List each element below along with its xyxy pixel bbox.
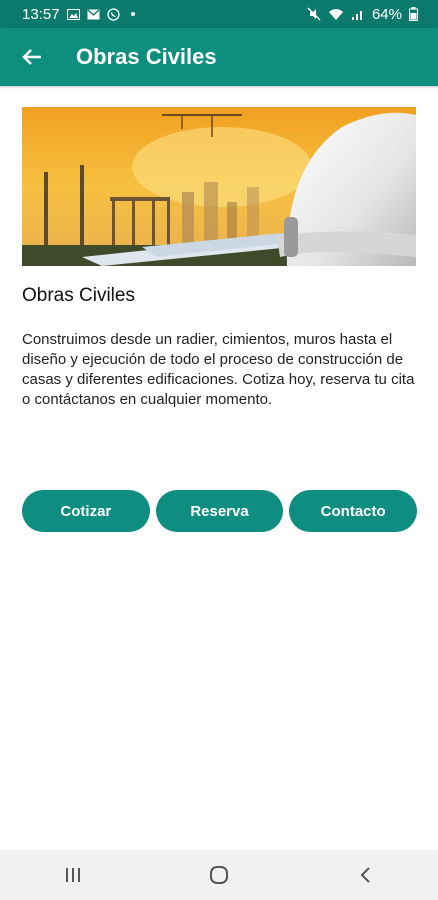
system-nav-bar (0, 850, 438, 900)
recents-icon[interactable] (43, 855, 103, 895)
page-title: Obras Civiles (76, 44, 217, 69)
back-chevron-icon[interactable] (335, 855, 395, 895)
hero-image (22, 107, 416, 266)
battery-percent: 64% (371, 5, 402, 23)
content-description: Construimos desde un radier, cimientos, … (22, 331, 415, 408)
whatsapp-icon (106, 7, 120, 21)
content-heading: Obras Civiles (22, 285, 135, 306)
cotizar-button[interactable]: Cotizar (22, 490, 150, 532)
app-bar: Obras Civiles (0, 28, 438, 86)
notification-dot (130, 12, 135, 16)
mail-icon (87, 9, 100, 20)
gallery-icon (66, 8, 80, 20)
signal-icon (351, 8, 365, 21)
contacto-button[interactable]: Contacto (289, 490, 418, 532)
action-buttons: Cotizar Reserva Contacto (22, 490, 418, 532)
battery-icon (409, 7, 418, 21)
mute-icon (307, 7, 321, 21)
status-bar: 13:57 64% (0, 0, 438, 28)
status-time: 13:57 (22, 5, 60, 23)
wifi-icon (328, 8, 344, 21)
home-icon[interactable] (189, 855, 249, 895)
arrow-left-icon[interactable] (18, 43, 46, 71)
reserva-button[interactable]: Reserva (155, 490, 284, 532)
